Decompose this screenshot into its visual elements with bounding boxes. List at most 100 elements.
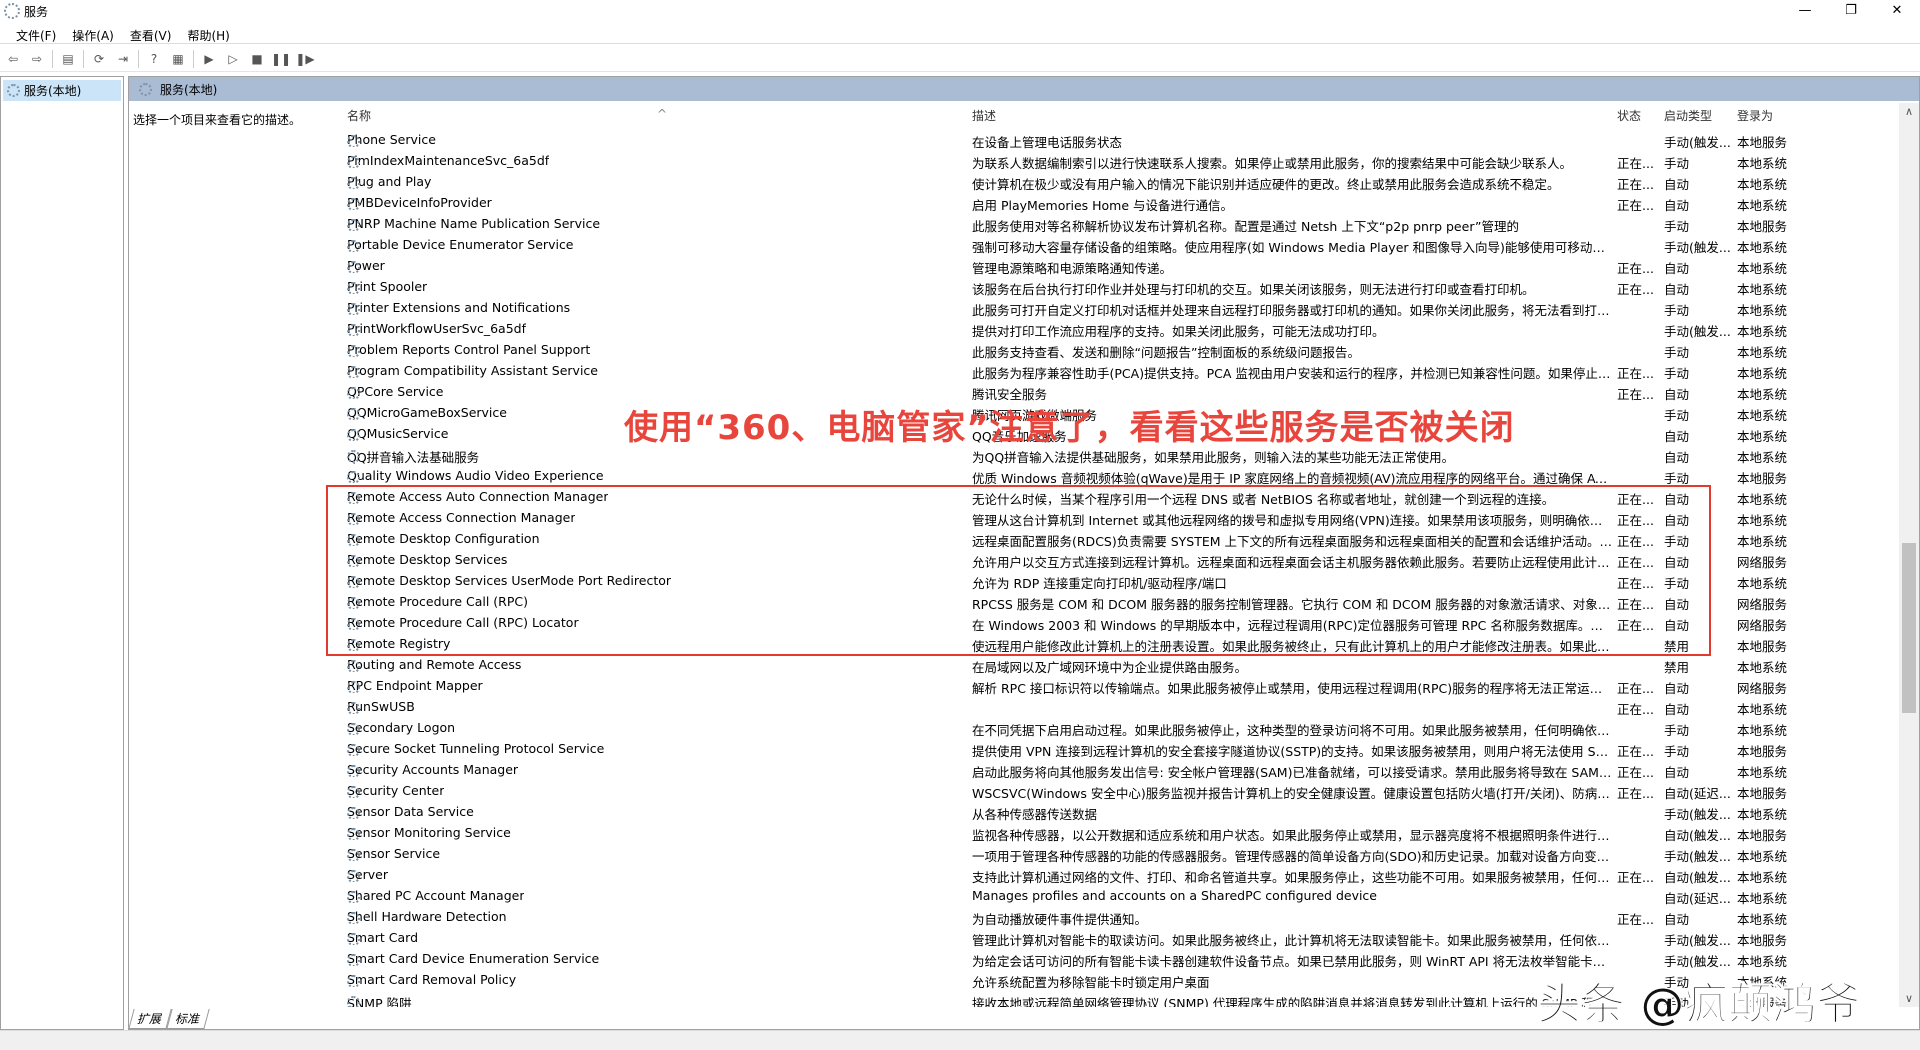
service-row[interactable]: Security Accounts Manager启动此服务将向其他服务发出信号… (341, 759, 1861, 780)
service-row[interactable]: PMBDeviceInfoProvider启用 PlayMemories Hom… (341, 192, 1861, 213)
service-status: 正在... (1617, 153, 1657, 172)
tree-item-label: 服务(本地) (24, 82, 81, 99)
service-logon: 本地系统 (1737, 342, 1807, 361)
service-row[interactable]: Server支持此计算机通过网络的文件、打印、和命名管道共享。如果服务停止，这些… (341, 864, 1861, 885)
service-row[interactable]: Security CenterWSCSVC(Windows 安全中心)服务监视并… (341, 780, 1861, 801)
tab-extended[interactable]: 扩展 (128, 1009, 171, 1029)
service-row[interactable]: Power管理电源策略和电源策略通知传递。正在...自动本地系统 (341, 255, 1861, 276)
start-service-alt-icon[interactable]: ▷ (224, 50, 242, 68)
service-name-cell: Printer Extensions and Notifications (347, 300, 967, 315)
vertical-scrollbar[interactable]: ∧ ∨ (1899, 103, 1919, 1007)
title-bar: 服务 — ❐ ✕ (0, 0, 1920, 22)
tab-standard[interactable]: 标准 (166, 1009, 209, 1029)
service-row[interactable]: Remote Procedure Call (RPC)RPCSS 服务是 COM… (341, 591, 1861, 612)
column-startup-type[interactable]: 启动类型 (1664, 107, 1712, 124)
properties-icon[interactable]: ▦ (169, 50, 187, 68)
service-row[interactable]: Sensor Service一项用于管理各种传感器的功能的传感器服务。管理传感器… (341, 843, 1861, 864)
service-row[interactable]: Remote Access Connection Manager管理从这台计算机… (341, 507, 1861, 528)
service-gear-icon (347, 471, 360, 483)
service-name: Security Accounts Manager (347, 762, 518, 777)
service-gear-icon (347, 996, 360, 1007)
column-description[interactable]: 描述 (972, 107, 996, 124)
service-row[interactable]: Plug and Play使计算机在极少或没有用户输入的情况下能识别并适应硬件的… (341, 171, 1861, 192)
service-row[interactable]: Remote Access Auto Connection Manager无论什… (341, 486, 1861, 507)
service-gear-icon (347, 597, 360, 609)
service-name: Shell Hardware Detection (347, 909, 507, 924)
tree-item-services-local[interactable]: 服务(本地) (3, 80, 121, 101)
back-icon[interactable]: ⇦ (4, 50, 22, 68)
service-row[interactable]: Sensor Monitoring Service监视各种传感器，以公开数据和适… (341, 822, 1861, 843)
column-name[interactable]: 名称 (347, 107, 371, 124)
service-startup-type: 手动(触发... (1664, 132, 1732, 151)
description-pane: 选择一个项目来查看它的描述。 (133, 111, 333, 128)
service-row[interactable]: Quality Windows Audio Video Experience优质… (341, 465, 1861, 486)
scrollbar-thumb[interactable] (1902, 543, 1916, 713)
service-description: 接收本地或远程简单网络管理协议 (SNMP) 代理程序生成的陷阱消息并将消息转发… (972, 993, 1612, 1007)
minimize-button[interactable]: — (1782, 0, 1828, 22)
service-row[interactable]: Secure Socket Tunneling Protocol Service… (341, 738, 1861, 759)
menu-file[interactable]: 文件(F) (8, 24, 64, 43)
service-row[interactable]: Program Compatibility Assistant Service此… (341, 360, 1861, 381)
service-name: Shared PC Account Manager (347, 888, 524, 903)
stop-service-icon[interactable]: ■ (248, 50, 266, 68)
service-name-cell: Smart Card Device Enumeration Service (347, 951, 967, 966)
service-row[interactable]: Phone Service在设备上管理电话服务状态手动(触发...本地服务 (341, 129, 1861, 150)
service-row[interactable]: PrintWorkflowUserSvc_6a5df提供对打印工作流应用程序的支… (341, 318, 1861, 339)
show-hide-tree-icon[interactable]: ▤ (59, 50, 77, 68)
service-logon: 本地系统 (1737, 153, 1807, 172)
service-row[interactable]: PimIndexMaintenanceSvc_6a5df为联系人数据编制索引以进… (341, 150, 1861, 171)
toolbar-separator (52, 50, 53, 68)
service-row[interactable]: Smart Card管理此计算机对智能卡的取读访问。如果此服务被终止，此计算机将… (341, 927, 1861, 948)
service-logon: 本地系统 (1737, 804, 1807, 823)
start-service-icon[interactable]: ▶ (200, 50, 218, 68)
service-row[interactable]: RPC Endpoint Mapper解析 RPC 接口标识符以传输端点。如果此… (341, 675, 1861, 696)
service-row[interactable]: Print Spooler该服务在后台执行打印作业并处理与打印机的交互。如果关闭… (341, 276, 1861, 297)
service-gear-icon (347, 786, 360, 798)
console-tree: 服务(本地) (0, 76, 124, 1030)
service-description: 使远程用户能修改此计算机上的注册表设置。如果此服务被终止，只有此计算机上的用户才… (972, 636, 1612, 655)
service-row[interactable]: QPCore Service腾讯安全服务正在...自动本地系统 (341, 381, 1861, 402)
service-name-cell: Routing and Remote Access (347, 657, 967, 672)
service-row[interactable]: Routing and Remote Access在局域网以及广域网环境中为企业… (341, 654, 1861, 675)
column-status[interactable]: 状态 (1617, 107, 1641, 124)
restart-service-icon[interactable]: ❚▶ (296, 50, 314, 68)
scroll-down-icon[interactable]: ∨ (1899, 992, 1919, 1005)
column-logon-as[interactable]: 登录为 (1737, 107, 1773, 124)
scroll-up-icon[interactable]: ∧ (1899, 105, 1919, 118)
service-row[interactable]: Remote Registry使远程用户能修改此计算机上的注册表设置。如果此服务… (341, 633, 1861, 654)
service-row[interactable]: Remote Desktop Services允许用户以交互方式连接到远程计算机… (341, 549, 1861, 570)
service-row[interactable]: Problem Reports Control Panel Support此服务… (341, 339, 1861, 360)
service-name-cell: PMBDeviceInfoProvider (347, 195, 967, 210)
service-logon: 本地服务 (1737, 930, 1807, 949)
menu-view[interactable]: 查看(V) (122, 24, 180, 43)
pause-service-icon[interactable]: ❚❚ (272, 50, 290, 68)
service-row[interactable]: RunSwUSB正在...自动本地系统 (341, 696, 1861, 717)
service-name-cell: Phone Service (347, 132, 967, 147)
service-description: 该服务在后台执行打印作业并处理与打印机的交互。如果关闭该服务，则无法进行打印或查… (972, 279, 1612, 298)
service-row[interactable]: Smart Card Device Enumeration Service为给定… (341, 948, 1861, 969)
menu-action[interactable]: 操作(A) (64, 24, 122, 43)
service-name: Smart Card Removal Policy (347, 972, 516, 987)
help-icon[interactable]: ? (145, 50, 163, 68)
service-row[interactable]: Remote Procedure Call (RPC) Locator在 Win… (341, 612, 1861, 633)
service-row[interactable]: Sensor Data Service从各种传感器传送数据手动(触发...本地系… (341, 801, 1861, 822)
service-row[interactable]: PNRP Machine Name Publication Service此服务… (341, 213, 1861, 234)
service-logon: 网络服务 (1737, 552, 1807, 571)
service-name: Printer Extensions and Notifications (347, 300, 570, 315)
menu-help[interactable]: 帮助(H) (179, 24, 237, 43)
service-row[interactable]: Printer Extensions and Notifications此服务可… (341, 297, 1861, 318)
service-row[interactable]: Secondary Logon在不同凭据下启用启动过程。如果此服务被停止，这种类… (341, 717, 1861, 738)
export-list-icon[interactable]: ⇥ (114, 50, 132, 68)
service-row[interactable]: Portable Device Enumerator Service强制可移动大… (341, 234, 1861, 255)
close-button[interactable]: ✕ (1874, 0, 1920, 22)
maximize-button[interactable]: ❐ (1828, 0, 1874, 22)
service-row[interactable]: Remote Desktop Services UserMode Port Re… (341, 570, 1861, 591)
service-gear-icon (347, 135, 360, 147)
search-gear-icon (139, 83, 152, 96)
service-logon: 本地系统 (1737, 384, 1807, 403)
service-row[interactable]: Shell Hardware Detection为自动播放硬件事件提供通知。正在… (341, 906, 1861, 927)
forward-icon[interactable]: ⇨ (28, 50, 46, 68)
service-row[interactable]: Shared PC Account ManagerManages profile… (341, 885, 1861, 906)
refresh-icon[interactable]: ⟳ (90, 50, 108, 68)
service-row[interactable]: Remote Desktop Configuration远程桌面配置服务(RDC… (341, 528, 1861, 549)
